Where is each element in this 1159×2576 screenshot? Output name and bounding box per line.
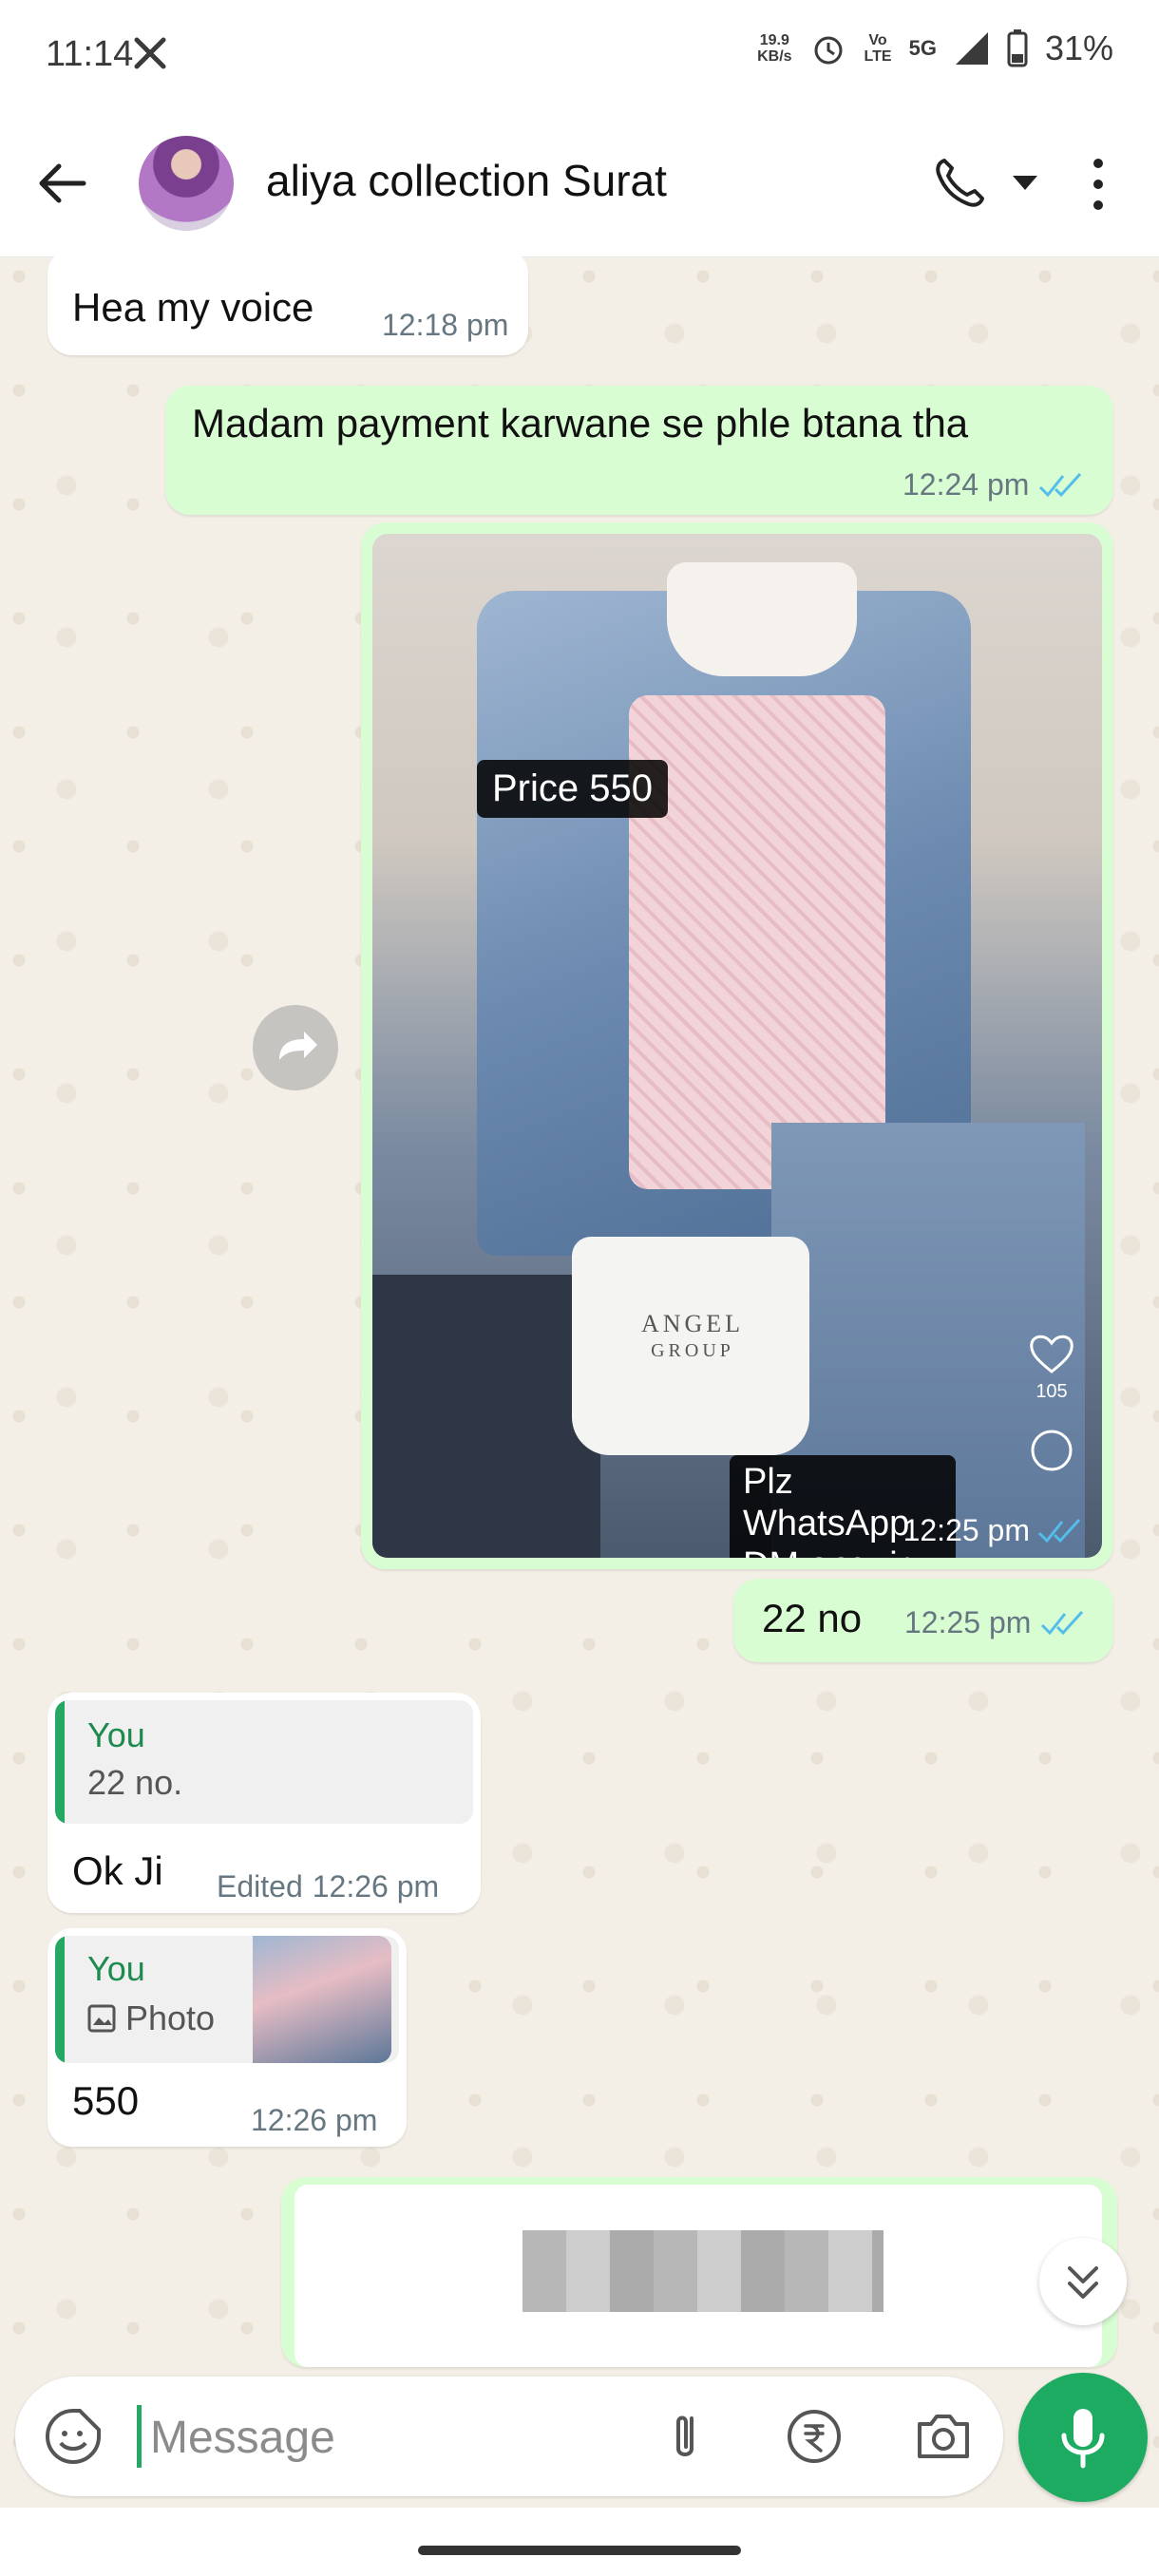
incoming-message[interactable]: Hea my voice 12:18 pm	[48, 249, 528, 355]
forward-button[interactable]	[253, 1005, 338, 1090]
outgoing-message[interactable]: Madam payment karwane se phle btana tha …	[165, 386, 1113, 515]
blurred-content	[522, 2230, 884, 2312]
system-nav-bar	[0, 2508, 1159, 2576]
quoted-photo[interactable]: You Photo	[55, 1936, 399, 2063]
quote-accent-bar	[55, 1936, 65, 2063]
sticker-emoji-icon[interactable]	[44, 2407, 103, 2466]
text-cursor	[137, 2405, 142, 2468]
quote-author: You	[87, 1715, 145, 1754]
quote-author: You	[87, 1949, 145, 1988]
incoming-reply-message[interactable]: You Photo 550 12:26 pm	[48, 1928, 407, 2147]
heart-icon	[1030, 1335, 1074, 1373]
incoming-reply-message[interactable]: You 22 no. Ok Ji Edited 12:26 pm	[48, 1693, 481, 1913]
contact-name[interactable]: aliya collection Surat	[266, 155, 667, 206]
message-text: 22 no	[762, 1596, 863, 1640]
photo-price-overlay: Price 550	[477, 760, 668, 818]
message-text: Ok Ji	[72, 1848, 163, 1893]
message-text: Hea my voice	[72, 285, 314, 330]
message-time: 12:24 pm	[902, 467, 1030, 502]
alarm-icon	[814, 36, 843, 65]
battery-icon	[1007, 29, 1028, 67]
chat-header: aliya collection Surat	[0, 109, 1159, 257]
outgoing-message-partial[interactable]	[281, 2177, 1117, 2367]
call-options-dropdown[interactable]	[1013, 176, 1037, 190]
edited-label: Edited	[217, 1869, 303, 1904]
quote-thumbnail	[253, 1936, 391, 2063]
double-chevron-down-icon	[1068, 2266, 1098, 2299]
quoted-message[interactable]: You 22 no.	[55, 1700, 473, 1824]
read-ticks-icon	[1041, 1610, 1084, 1635]
network-speed: 19.9 KB/s	[757, 32, 792, 65]
photo-bg-clothes	[372, 1275, 600, 1558]
payment-rupee-icon[interactable]	[783, 2405, 846, 2468]
message-meta: Edited 12:26 pm	[217, 1869, 439, 1904]
message-time: 12:25 pm	[904, 1605, 1032, 1639]
status-time: 11:14	[46, 34, 134, 74]
more-options-icon[interactable]	[1089, 159, 1108, 212]
message-composer	[15, 2377, 1003, 2496]
battery-percent: 31%	[1044, 28, 1113, 67]
partial-preview	[294, 2185, 1102, 2367]
x-app-icon	[134, 37, 166, 69]
back-arrow-icon[interactable]	[36, 157, 89, 210]
photo-content[interactable]: Price 550 ANGEL GROUP Plz WhatsApp DM en…	[372, 534, 1102, 1558]
message-time: 12:26 pm	[251, 2103, 378, 2137]
message-input[interactable]	[148, 2401, 646, 2473]
gesture-handle[interactable]	[418, 2546, 741, 2555]
quote-type: Photo	[87, 1998, 215, 2038]
photo-collar	[667, 562, 857, 676]
voice-call-icon[interactable]	[931, 155, 988, 212]
camera-icon[interactable]	[912, 2405, 975, 2468]
quote-accent-bar	[55, 1700, 65, 1824]
message-meta: 12:25 pm	[904, 1605, 1088, 1640]
voice-record-button[interactable]	[1018, 2373, 1148, 2502]
photo-meta: 12:25 pm	[903, 1513, 1085, 1548]
outgoing-message[interactable]: 22 no 12:25 pm	[733, 1579, 1113, 1662]
comment-icon	[1031, 1430, 1073, 1471]
read-ticks-icon	[1039, 472, 1082, 497]
contact-avatar[interactable]	[139, 136, 234, 231]
quote-text: 22 no.	[87, 1763, 183, 1802]
message-time: 12:25 pm	[902, 1513, 1030, 1547]
signal-icon	[955, 32, 988, 65]
message-time: 12:26 pm	[312, 1869, 440, 1904]
message-time: 12:18 pm	[382, 308, 509, 342]
photo-icon	[87, 2004, 116, 2033]
volte-indicator: Vo LTE	[864, 32, 892, 65]
forward-icon	[279, 1032, 317, 1060]
message-text: Madam payment karwane se phle btana tha	[192, 401, 969, 445]
photo-likes: 105	[1028, 1332, 1075, 1481]
attach-icon[interactable]	[654, 2405, 716, 2468]
read-ticks-icon	[1037, 1518, 1081, 1543]
scroll-to-bottom-button[interactable]	[1039, 2238, 1127, 2325]
status-bar: 11:14 19.9 KB/s Vo LTE 5G 31%	[0, 0, 1159, 109]
message-text: 550	[72, 2078, 140, 2123]
photo-bag-text: ANGEL GROUP	[640, 1310, 745, 1362]
network-type: 5G	[908, 36, 937, 60]
microphone-icon	[1061, 2409, 1105, 2469]
message-meta: 12:24 pm	[902, 467, 1086, 502]
